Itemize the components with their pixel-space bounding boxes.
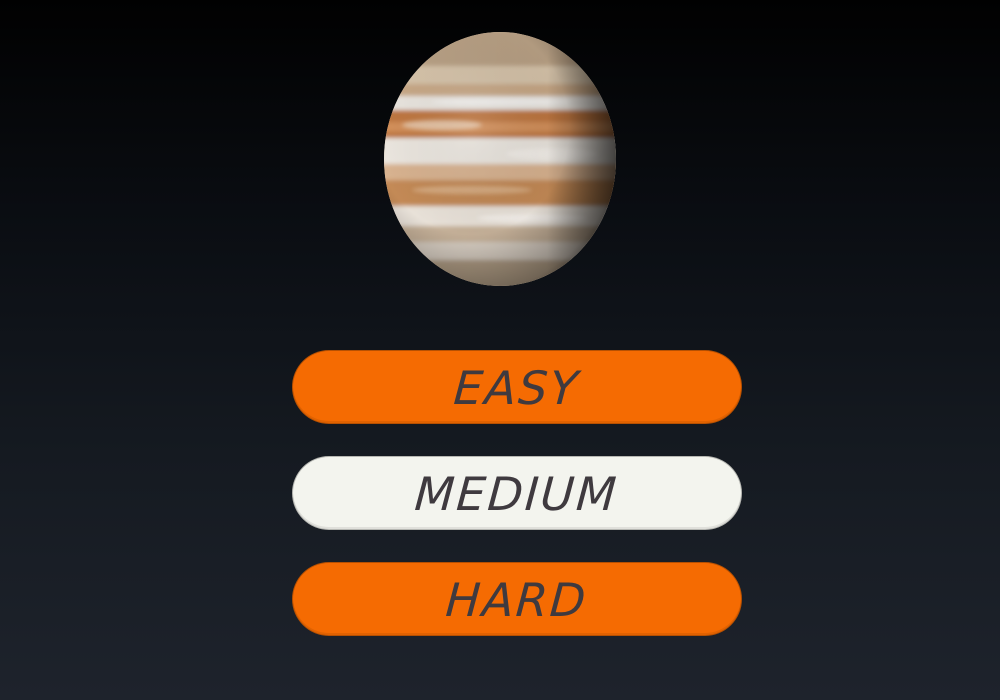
hard-button-label: HARD <box>444 573 590 627</box>
easy-button-label: EASY <box>452 361 582 415</box>
medium-button-label: MEDIUM <box>413 467 621 521</box>
easy-button[interactable]: EASY <box>292 350 742 424</box>
difficulty-select-screen: EASY MEDIUM HARD <box>0 0 1000 700</box>
hard-button[interactable]: HARD <box>292 562 742 636</box>
medium-button[interactable]: MEDIUM <box>292 456 742 530</box>
jupiter-planet-image <box>382 30 618 288</box>
jupiter-icon <box>384 32 616 286</box>
